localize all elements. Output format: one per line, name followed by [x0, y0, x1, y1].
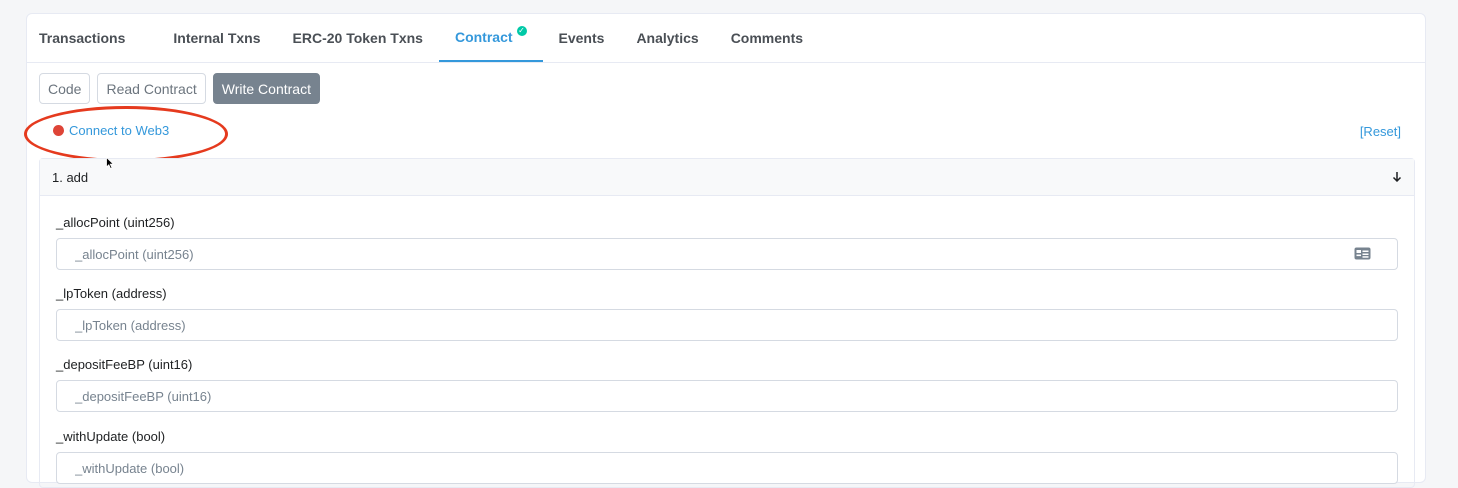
withupdate-input-field[interactable]	[56, 452, 1398, 484]
allocpoint-input-field[interactable]	[56, 238, 1398, 270]
reset-link[interactable]: [Reset]	[1360, 124, 1401, 139]
function-title: 1. add	[52, 169, 89, 185]
contract-subtabs: Code Read Contract Write Contract	[39, 73, 320, 104]
tab-label: Internal Txns	[173, 30, 261, 46]
param-label: _lpToken (address)	[56, 286, 167, 301]
contract-card: Transactions Internal Txns ERC-20 Token …	[24, 13, 1426, 488]
tab-bar: Transactions Internal Txns ERC-20 Token …	[27, 14, 1425, 63]
connect-web3-label: Connect to Web3	[69, 123, 170, 138]
tab-label: Analytics	[636, 30, 699, 46]
param-label: _allocPoint (uint256)	[56, 215, 175, 230]
tab-label: Comments	[730, 30, 804, 46]
tab-label: Events	[558, 30, 605, 46]
arrow-down-icon	[1392, 170, 1402, 185]
depositfeebp-input-field[interactable]	[56, 380, 1398, 412]
allocpoint-input[interactable]	[75, 239, 1397, 269]
withupdate-input[interactable]	[75, 453, 1397, 483]
depositfeebp-input[interactable]	[75, 381, 1397, 411]
function-header[interactable]: 1. add	[40, 159, 1414, 196]
lptoken-input[interactable]	[75, 310, 1397, 340]
tab-label: Transactions	[39, 30, 126, 46]
param-label: _withUpdate (bool)	[56, 429, 166, 444]
write-contract-button[interactable]: Write Contract	[212, 73, 320, 104]
read-contract-button[interactable]: Read Contract	[97, 73, 206, 104]
param-label: _depositFeeBP (uint16)	[56, 357, 193, 372]
function-accordion: 1. add _allocPoint (uint256) _lpToken (a…	[39, 158, 1415, 488]
tab-label: Contract	[454, 29, 513, 45]
tab-events[interactable]: Events	[543, 14, 621, 62]
connect-web3-link[interactable]: Connect to Web3	[53, 123, 169, 138]
tab-internal-txns[interactable]: Internal Txns	[157, 14, 276, 62]
verified-check-icon: ✓	[516, 26, 527, 36]
tab-label: ERC-20 Token Txns	[292, 30, 423, 46]
tab-transactions[interactable]: Transactions	[39, 14, 141, 62]
tab-erc20-token-txns[interactable]: ERC-20 Token Txns	[277, 14, 439, 62]
disconnected-status-icon	[53, 125, 64, 136]
tab-contract[interactable]: Contract ✓	[438, 14, 543, 62]
tab-analytics[interactable]: Analytics	[620, 14, 714, 62]
mouse-cursor-icon	[106, 157, 114, 169]
id-card-icon[interactable]	[1354, 247, 1371, 263]
lptoken-input-field[interactable]	[56, 309, 1398, 341]
code-button[interactable]: Code	[39, 73, 91, 104]
tab-comments[interactable]: Comments	[715, 14, 819, 62]
